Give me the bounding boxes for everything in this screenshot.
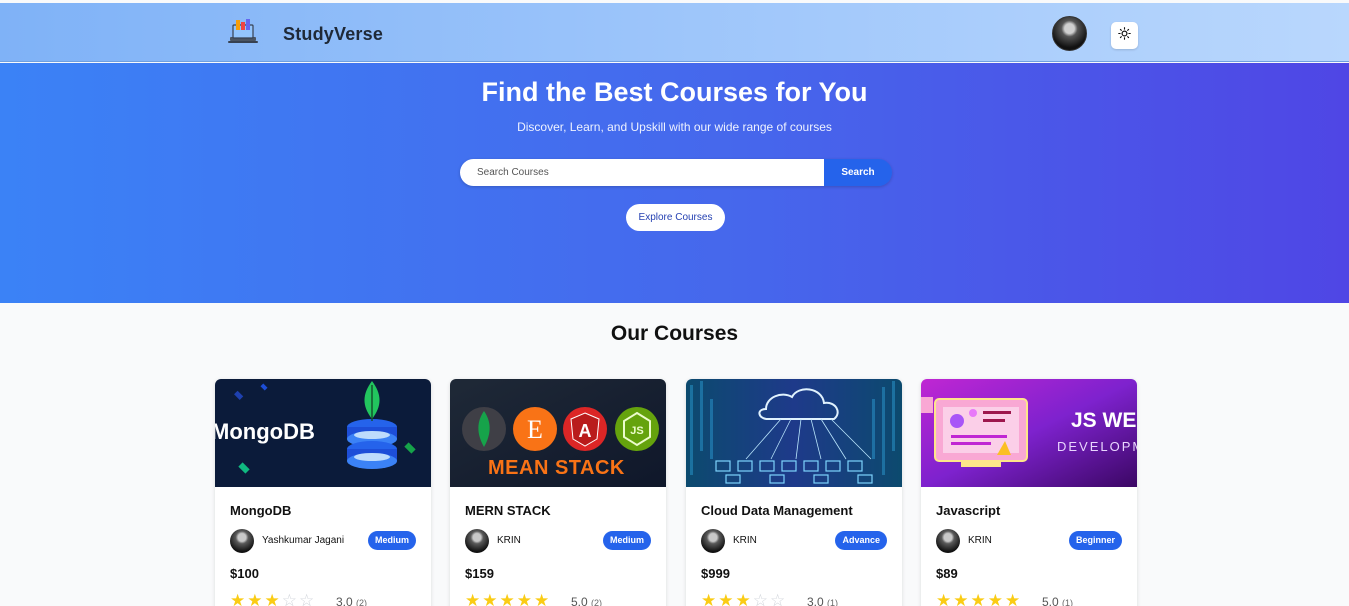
star-icon: ★ xyxy=(230,591,248,606)
search-button[interactable]: Search xyxy=(824,159,892,186)
rating-stars: ★★★★★ xyxy=(936,591,1022,606)
star-outline-icon: ☆ xyxy=(770,591,788,606)
section-title: Our Courses xyxy=(610,322,739,345)
instructor-avatar xyxy=(701,529,725,553)
star-icon: ★ xyxy=(264,591,282,606)
course-thumbnail: E A JS MEAN STACK xyxy=(450,379,666,487)
course-card-mongodb[interactable]: MongoDB MongoDB Yashkumar Jagani Medium … xyxy=(215,379,431,606)
course-card-cloud-data-management[interactable]: Cloud Data Management KRIN Advance $999 … xyxy=(686,379,902,606)
theme-toggle-button[interactable] xyxy=(1111,22,1138,49)
svg-text:JS: JS xyxy=(630,425,643,437)
svg-text:A: A xyxy=(579,421,592,441)
course-price: $100 xyxy=(230,566,259,581)
rating-count: (2) xyxy=(591,598,603,606)
rating-count: (2) xyxy=(356,598,368,606)
course-thumbnail-text: JS WEB xyxy=(1071,409,1137,432)
sun-icon xyxy=(1118,26,1131,45)
star-icon: ★ xyxy=(987,591,1005,606)
star-outline-icon: ☆ xyxy=(299,591,317,606)
course-title: Cloud Data Management xyxy=(701,503,853,518)
course-card-javascript[interactable]: JS WEB DEVELOPM Javascript KRIN Beginner… xyxy=(921,379,1137,606)
course-price: $89 xyxy=(936,566,958,581)
instructor-name: KRIN xyxy=(733,535,757,546)
star-icon: ★ xyxy=(534,591,552,606)
star-outline-icon: ☆ xyxy=(281,591,299,606)
user-avatar[interactable] xyxy=(1052,16,1087,51)
course-thumbnail xyxy=(686,379,902,487)
star-icon: ★ xyxy=(970,591,988,606)
rating-value: 5.0 (1) xyxy=(1042,595,1074,606)
course-thumbnail-text: MEAN STACK xyxy=(488,457,625,479)
explore-courses-button[interactable]: Explore Courses xyxy=(626,204,725,231)
star-icon: ★ xyxy=(718,591,736,606)
course-thumbnail: MongoDB xyxy=(215,379,431,487)
hero-subtitle: Discover, Learn, and Upskill with our wi… xyxy=(517,120,832,134)
star-icon: ★ xyxy=(482,591,500,606)
star-icon: ★ xyxy=(465,591,483,606)
rating-count: (1) xyxy=(827,598,839,606)
star-icon: ★ xyxy=(953,591,971,606)
instructor-avatar xyxy=(230,529,254,553)
star-icon: ★ xyxy=(1005,591,1023,606)
hero-title: Find the Best Courses for You xyxy=(481,77,868,107)
rating-count: (1) xyxy=(1062,598,1074,606)
course-thumbnail-subtext: DEVELOPM xyxy=(1057,439,1137,454)
level-badge: Beginner xyxy=(1068,531,1122,550)
rating-stars: ★★★★★ xyxy=(465,591,551,606)
instructor-name: Yashkumar Jagani xyxy=(262,535,345,546)
navbar: StudyVerse xyxy=(0,3,1349,62)
rating-value: 5.0 (2) xyxy=(571,595,603,606)
instructor-name: KRIN xyxy=(968,535,992,546)
star-icon: ★ xyxy=(735,591,753,606)
star-icon: ★ xyxy=(499,591,517,606)
course-title: MERN STACK xyxy=(465,503,551,518)
star-icon: ★ xyxy=(701,591,719,606)
svg-text:E: E xyxy=(527,415,543,444)
level-badge: Medium xyxy=(367,531,416,550)
rating-value: 3.0 (1) xyxy=(807,595,839,606)
level-badge: Advance xyxy=(835,531,887,550)
star-outline-icon: ☆ xyxy=(752,591,770,606)
rating-stars: ★★★☆☆ xyxy=(230,591,316,606)
course-card-mern-stack[interactable]: E A JS MEAN STACK MERN STACK KRIN Medium… xyxy=(450,379,666,606)
star-icon: ★ xyxy=(516,591,534,606)
course-title: MongoDB xyxy=(230,503,292,518)
hero-section: Find the Best Courses for You Discover, … xyxy=(0,63,1349,303)
rating-value: 3.0 (2) xyxy=(336,595,368,606)
course-thumbnail: JS WEB DEVELOPM xyxy=(921,379,1137,487)
level-badge: Medium xyxy=(602,531,651,550)
rating-stars: ★★★☆☆ xyxy=(701,591,787,606)
laptop-books-icon[interactable] xyxy=(226,17,260,49)
star-icon: ★ xyxy=(247,591,265,606)
course-thumbnail-text: MongoDB xyxy=(215,419,315,444)
search-bar: Search xyxy=(460,159,892,186)
course-title: Javascript xyxy=(936,503,1001,518)
instructor-name: KRIN xyxy=(497,535,521,546)
star-icon: ★ xyxy=(936,591,954,606)
course-price: $999 xyxy=(701,566,730,581)
instructor-avatar xyxy=(936,529,960,553)
search-input[interactable] xyxy=(460,159,824,186)
instructor-avatar xyxy=(465,529,489,553)
brand-name[interactable]: StudyVerse xyxy=(283,24,383,45)
course-price: $159 xyxy=(465,566,494,581)
